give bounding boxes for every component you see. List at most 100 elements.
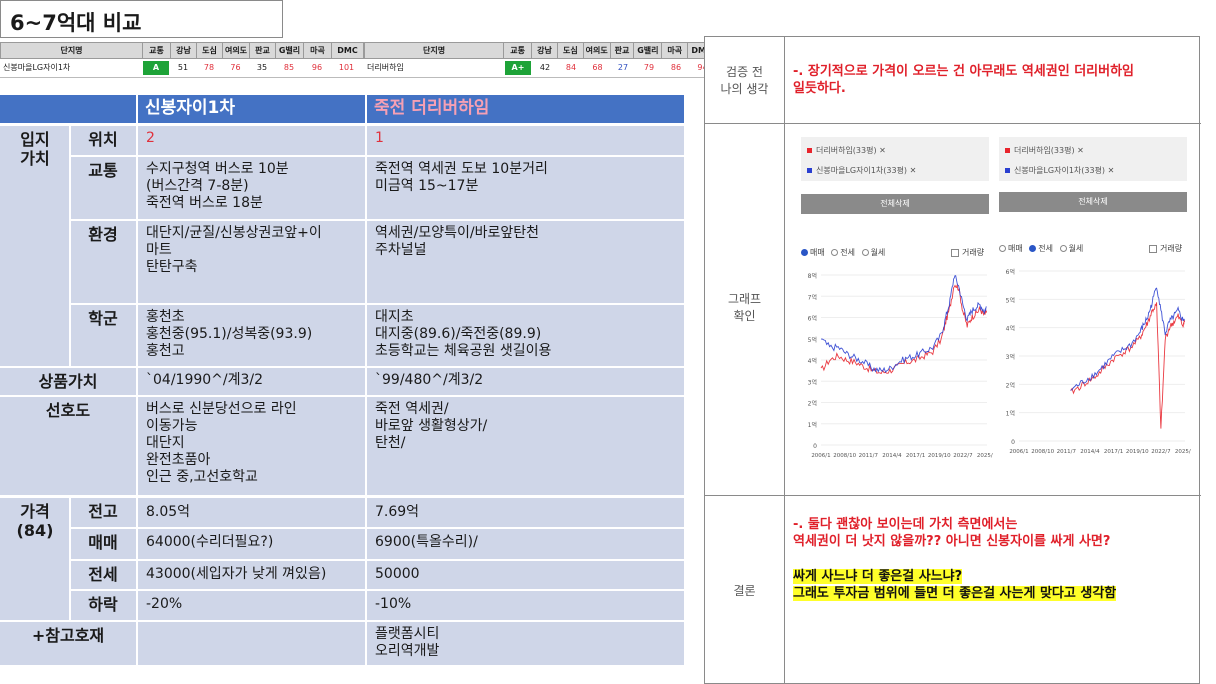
conclusion-label: 결론 [733, 584, 756, 598]
y-tick-label: 2억 [808, 400, 817, 408]
transport-right: 죽전역 역세권 도보 10분거리 미금역 15~17분 [375, 161, 548, 194]
red-square-icon [807, 148, 812, 153]
close-icon[interactable]: ✕ [1108, 166, 1115, 175]
radio-sale[interactable] [801, 249, 808, 256]
x-tick-label: 2011/7 [1057, 449, 1077, 455]
divider [0, 123, 684, 126]
group-price: 가격 (84) [16, 502, 54, 540]
school-right: 대지초 대지중(89.6)/죽전중(89.9) 초등학교는 체육공원 샛길이용 [375, 309, 552, 359]
clear-all-button[interactable]: 전체삭제 [801, 194, 989, 214]
divider [705, 123, 1201, 124]
complex-name: 신봉마을LG자이1차 [3, 63, 71, 72]
blue-square-icon [1005, 168, 1010, 173]
y-tick-label: 6억 [808, 315, 817, 323]
y-tick-label: 5억 [1006, 296, 1015, 304]
radio-sale[interactable] [999, 245, 1006, 252]
y-tick-label: 0 [813, 443, 817, 450]
score-downtown: 84 [565, 63, 577, 72]
radio-jeonse[interactable] [1029, 245, 1037, 252]
divider [70, 589, 684, 591]
col-gangnam: 강남 [171, 43, 197, 58]
row-label-environment: 환경 [88, 225, 118, 244]
preference-right: 죽전 역세권/ 바로앞 생활형상가/ 탄천/ [375, 401, 488, 451]
series-line-sinbong-lgxi [821, 275, 987, 373]
row-label-drop: 하락 [88, 595, 118, 614]
col-gangnam: 강남 [532, 43, 558, 58]
red-square-icon [1005, 148, 1010, 153]
row-label-transport: 교통 [88, 161, 118, 180]
x-tick-label: 2008/10 [833, 453, 856, 459]
row-label-location: 위치 [88, 130, 118, 149]
close-icon[interactable]: ✕ [879, 146, 886, 155]
col-yeouido: 여의도 [223, 43, 250, 58]
clear-all-button[interactable]: 전체삭제 [999, 192, 1187, 212]
divider [0, 495, 684, 498]
score-gangnam: 42 [539, 63, 551, 72]
radio-jeonse[interactable] [831, 249, 839, 256]
x-tick-label: 2025/4 [977, 453, 993, 459]
score-row-right: 더리버하임 A+ 42 84 68 27 79 86 94 [364, 59, 716, 78]
y-tick-label: 2억 [1006, 381, 1015, 389]
legend-box: 더리버하임(33평) ✕ 신봉마을LG자이1차(33평) ✕ [801, 137, 989, 181]
header-left-complex: 신봉자이1차 [137, 95, 365, 123]
legend-box: 더리버하임(33평) ✕ 신봉마을LG자이1차(33평) ✕ [999, 137, 1187, 181]
row-label-school: 학군 [88, 309, 118, 328]
score-magok: 86 [670, 63, 682, 72]
volume-checkbox[interactable]: 거래량 [1149, 243, 1182, 254]
divider [0, 366, 684, 368]
score-yeouido: 76 [230, 63, 241, 72]
product-left: `04/1990^/계3/2 [146, 372, 264, 388]
price-chart-right: 0 1억 2억 3억 4억 5억 6억 2006/1 2008/10 2011/7 2014/4 20… [1006, 268, 1191, 455]
divider [705, 495, 1201, 496]
thought-text: -. 장기적으로 가격이 오르는 건 아무래도 역세권인 더리버하임 일듯하다. [793, 64, 1135, 96]
transport-grade: A [143, 61, 169, 75]
sale-left: 64000(수리더필요?) [146, 534, 274, 550]
score-gangnam: 51 [177, 63, 189, 72]
radio-row: 매매 전세 월세 [999, 243, 1083, 254]
x-tick-label: 2019/10 [1126, 449, 1149, 455]
y-tick-label: 6억 [1006, 268, 1015, 276]
series-line-theriverheim [1070, 302, 1186, 429]
graph-label: 그래프 확인 [727, 292, 762, 323]
col-dmc: DMC [337, 46, 358, 55]
complex-name: 더리버하임 [367, 63, 404, 72]
preference-left: 버스로 신분당선으로 라인 이동가능 대단지 완전초품아 인근 중,고선호학교 [146, 401, 297, 485]
radio-monthly[interactable] [861, 249, 869, 256]
transport-left: 수지구청역 버스로 10분 (버스간격 7-8분) 죽전역 버스로 18분 [146, 161, 289, 211]
checkbox-icon[interactable] [951, 248, 959, 257]
drop-right: -10% [375, 596, 412, 612]
jeonse-right: 50000 [375, 566, 420, 582]
divider [69, 123, 71, 368]
price-chart-left: 0 1억 2억 3억 4억 5억 6억 7억 8억 2006/1 2008/10 2011/7 2014… [808, 272, 993, 459]
row-label-product: 상품가치 [38, 372, 98, 391]
score-header-left: 단지명 교통 강남 도심 여의도 판교 G밸리 마곡 DMC [0, 42, 364, 59]
divider [784, 37, 785, 684]
close-icon[interactable]: ✕ [910, 166, 917, 175]
checkbox-icon[interactable] [1149, 244, 1157, 253]
radio-monthly[interactable] [1059, 245, 1067, 252]
transport-grade: A+ [505, 61, 531, 75]
x-tick-label: 2025/4 [1175, 449, 1191, 455]
volume-checkbox[interactable]: 거래량 [951, 247, 984, 258]
row-label-reference: +참고호재 [31, 626, 105, 645]
y-tick-label: 0 [1011, 439, 1015, 446]
product-right: `99/480^/계3/2 [375, 372, 484, 388]
legend-item-b: 신봉마을LG자이1차(33평) ✕ [1005, 165, 1114, 176]
y-tick-label: 4억 [808, 357, 817, 365]
comparison-table: 신봉자이1차 죽전 더리버하임 입지 가치 가격 (84) 위치 2 1 교통 … [0, 95, 684, 665]
col-gvalley: G밸리 [276, 43, 304, 58]
legend-item-a: 더리버하임(33평) ✕ [1005, 145, 1084, 156]
close-icon[interactable]: ✕ [1077, 146, 1084, 155]
divider [70, 559, 684, 561]
conclusion-highlight-2: 그래도 투자금 범위에 들면 더 좋은걸 사는게 맞다고 생각함 [793, 586, 1117, 601]
score-table-right: 단지명 교통 강남 도심 여의도 판교 G밸리 마곡 DMC 더리버하임 A+ … [364, 42, 716, 78]
header-blank [0, 95, 136, 123]
score-pangyo: 27 [617, 63, 629, 72]
thought-label: 검증 전 나의 생각 [720, 65, 769, 96]
y-tick-label: 3억 [1006, 353, 1015, 361]
location-right: 1 [375, 130, 384, 146]
environment-left: 대단지/균질/신봉상권코앞+이 마트 탄탄구축 [146, 225, 322, 275]
divider [70, 303, 684, 305]
score-gvalley: 79 [643, 63, 655, 72]
score-gvalley: 85 [283, 63, 295, 72]
